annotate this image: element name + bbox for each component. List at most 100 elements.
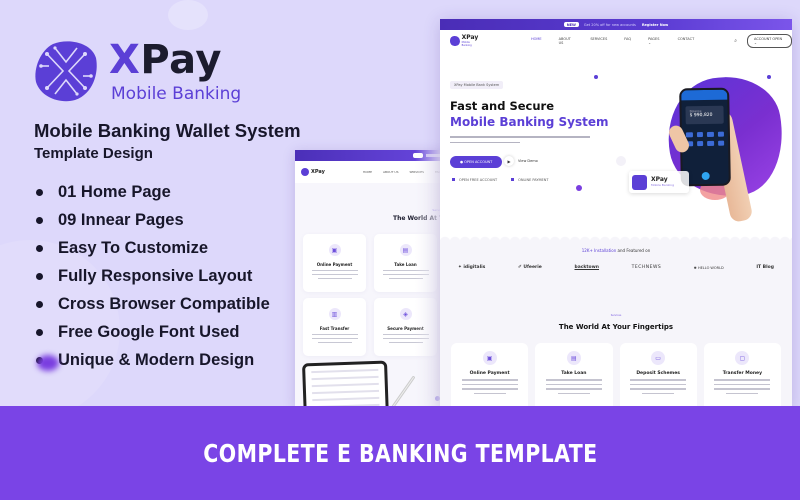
service-card[interactable]: ▭ Deposit Schemes — [619, 343, 697, 409]
feature-item: Fully Responsive Layout — [36, 262, 270, 290]
deposit-icon: ▭ — [651, 351, 666, 365]
nav-item-about[interactable]: ABOUT US — [559, 37, 574, 45]
brand-logo-item: TECHNEWS — [631, 265, 662, 270]
hero-link[interactable]: ONLINE PAYMENT — [511, 178, 549, 182]
payment-icon: ▣ — [328, 244, 341, 256]
service-cards: ▣ Online Payment ▤ Take Loan ▭ Deposit S… — [440, 343, 792, 409]
service-card[interactable]: ▥ Fast Transfer — [303, 298, 366, 356]
nav-item-pages[interactable]: PAGES ⌄ — [648, 37, 661, 45]
nav-item[interactable]: ABOUT US — [383, 170, 399, 174]
feature-text: Free Google Font Used — [58, 322, 240, 341]
section-label: Services — [610, 314, 622, 317]
card-title: Online Payment — [469, 371, 510, 376]
featured-highlight: 12K+ Installation — [581, 248, 617, 253]
balance-value: $ 990,820 — [689, 112, 713, 119]
card-text-line — [311, 333, 358, 335]
decorative-dot — [576, 185, 582, 191]
service-card[interactable]: ▢ Transfer Money — [703, 343, 781, 409]
feature-item: 01 Home Page — [36, 178, 270, 206]
service-card[interactable]: ▤ Take Loan — [535, 343, 613, 409]
brand-logo-item: ✐ Ufeerie — [517, 265, 542, 270]
topbar-note: Get 20% off for new accounts — [583, 22, 636, 27]
card-text-line — [311, 273, 358, 275]
feature-text: Cross Browser Compatible — [58, 294, 270, 313]
feature-text: Easy To Customize — [58, 238, 209, 257]
hero-description — [450, 136, 590, 147]
card-text-line — [311, 337, 358, 339]
play-icon: ▶ — [504, 156, 514, 166]
hero-link-label: OPEN FREE ACCOUNT — [459, 178, 498, 182]
decorative-dot — [616, 156, 626, 166]
open-account-button[interactable]: ● OPEN ACCOUNT — [450, 156, 503, 168]
xpay-logo-icon — [35, 41, 97, 102]
brand-logo-item: backtown — [574, 265, 600, 270]
wave-divider — [440, 232, 792, 242]
section-title: The World At Your Fingertips — [558, 323, 674, 331]
card-title: Take Loan — [561, 371, 587, 376]
nav-item-contact[interactable]: CONTACT — [678, 37, 695, 45]
feature-text: Fully Responsive Layout — [58, 266, 253, 285]
decorative-dot — [767, 75, 771, 79]
headline-title: Mobile Banking Wallet System — [34, 120, 301, 141]
preview-logo[interactable]: XPay Mobile Banking — [450, 35, 480, 47]
brand-subtitle: Mobile Banking — [111, 84, 242, 104]
bullet-icon — [36, 300, 43, 308]
bullet-icon — [36, 188, 43, 196]
inner-page-preview: XPay HOME ABOUT US SERVICES FAQ Services… — [295, 150, 445, 408]
account-open-button[interactable]: ACCOUNT OPEN ⌄ — [747, 34, 792, 48]
nav-item-faq[interactable]: FAQ — [624, 37, 631, 45]
service-card[interactable]: ▣ Online Payment — [303, 234, 366, 292]
decorative-blob — [37, 355, 59, 371]
secure-icon: ◈ — [399, 308, 412, 320]
brand-name: XPay — [109, 38, 241, 82]
nav-item[interactable]: HOME — [363, 170, 372, 174]
badge-subtitle: Mobile Banking — [651, 183, 674, 187]
transfer-icon: ▥ — [328, 308, 341, 320]
headline-subtitle: Template Design — [34, 145, 153, 162]
home-page-preview: NEW Get 20% off for new accounts Registe… — [440, 19, 792, 409]
xpay-logo-icon — [450, 36, 460, 46]
transfer-icon: ▢ — [735, 351, 750, 365]
search-icon[interactable]: ⌕ — [734, 38, 737, 44]
view-demo-label: View Demo — [518, 159, 538, 163]
preview-nav-items: HOME ABOUT US SERVICES FAQ PAGES ⌄ CONTA… — [531, 37, 694, 45]
card-title: Deposit Schemes — [636, 371, 680, 376]
brand-name-x: X — [109, 37, 141, 83]
feature-text: 09 Innear Pages — [58, 210, 184, 229]
featured-on: 12K+ Installation and Featured on — [440, 248, 792, 253]
hero-link-label: ONLINE PAYMENT — [518, 178, 549, 182]
card-text-line — [317, 277, 352, 279]
hero-link[interactable]: OPEN FREE ACCOUNT — [452, 178, 497, 182]
service-card[interactable]: ▣ Online Payment — [451, 343, 529, 409]
feature-item: Cross Browser Compatible — [36, 290, 270, 318]
view-demo-button[interactable]: ▶ View Demo — [504, 156, 538, 166]
headline: Mobile Banking Wallet System Template De… — [34, 120, 301, 162]
loan-icon: ▤ — [399, 244, 412, 256]
brand-logo-item: ✺ HELLO WORLD — [693, 265, 724, 270]
hero-section: XPay Mobile Bank System Fast and Secure … — [440, 52, 792, 242]
bullet-icon — [36, 272, 43, 280]
preview-logo-text: XPay — [311, 169, 325, 175]
hero-title: Fast and Secure — [450, 99, 555, 113]
feature-item: Unique & Modern Design — [36, 346, 270, 374]
hero-links: OPEN FREE ACCOUNT ONLINE PAYMENT — [452, 178, 549, 182]
card-title: Transfer Money — [722, 371, 763, 376]
preview-nav: XPay Mobile Banking HOME ABOUT US SERVIC… — [440, 30, 792, 52]
nav-item-services[interactable]: SERVICES — [590, 37, 607, 45]
bullet-icon — [36, 216, 43, 224]
featured-text: and Featured on — [616, 248, 651, 253]
feature-item: Easy To Customize — [36, 234, 270, 262]
preview-topbar: NEW Get 20% off for new accounts Registe… — [440, 19, 792, 30]
feature-text: Unique & Modern Design — [58, 350, 255, 369]
xpay-logo-icon — [632, 174, 647, 190]
check-icon — [452, 178, 455, 181]
tablet-illustration — [302, 360, 389, 408]
brand-name-rest: Pay — [140, 37, 222, 83]
nav-item-home[interactable]: HOME — [531, 37, 542, 45]
bullet-icon — [36, 328, 43, 336]
brand-logo-item: IT Blog — [756, 265, 774, 270]
card-title: Take Loan — [394, 262, 417, 267]
phone-fab — [701, 171, 710, 181]
card-title: Fast Transfer — [319, 326, 350, 331]
topbar-link[interactable]: Register Now — [642, 23, 668, 27]
